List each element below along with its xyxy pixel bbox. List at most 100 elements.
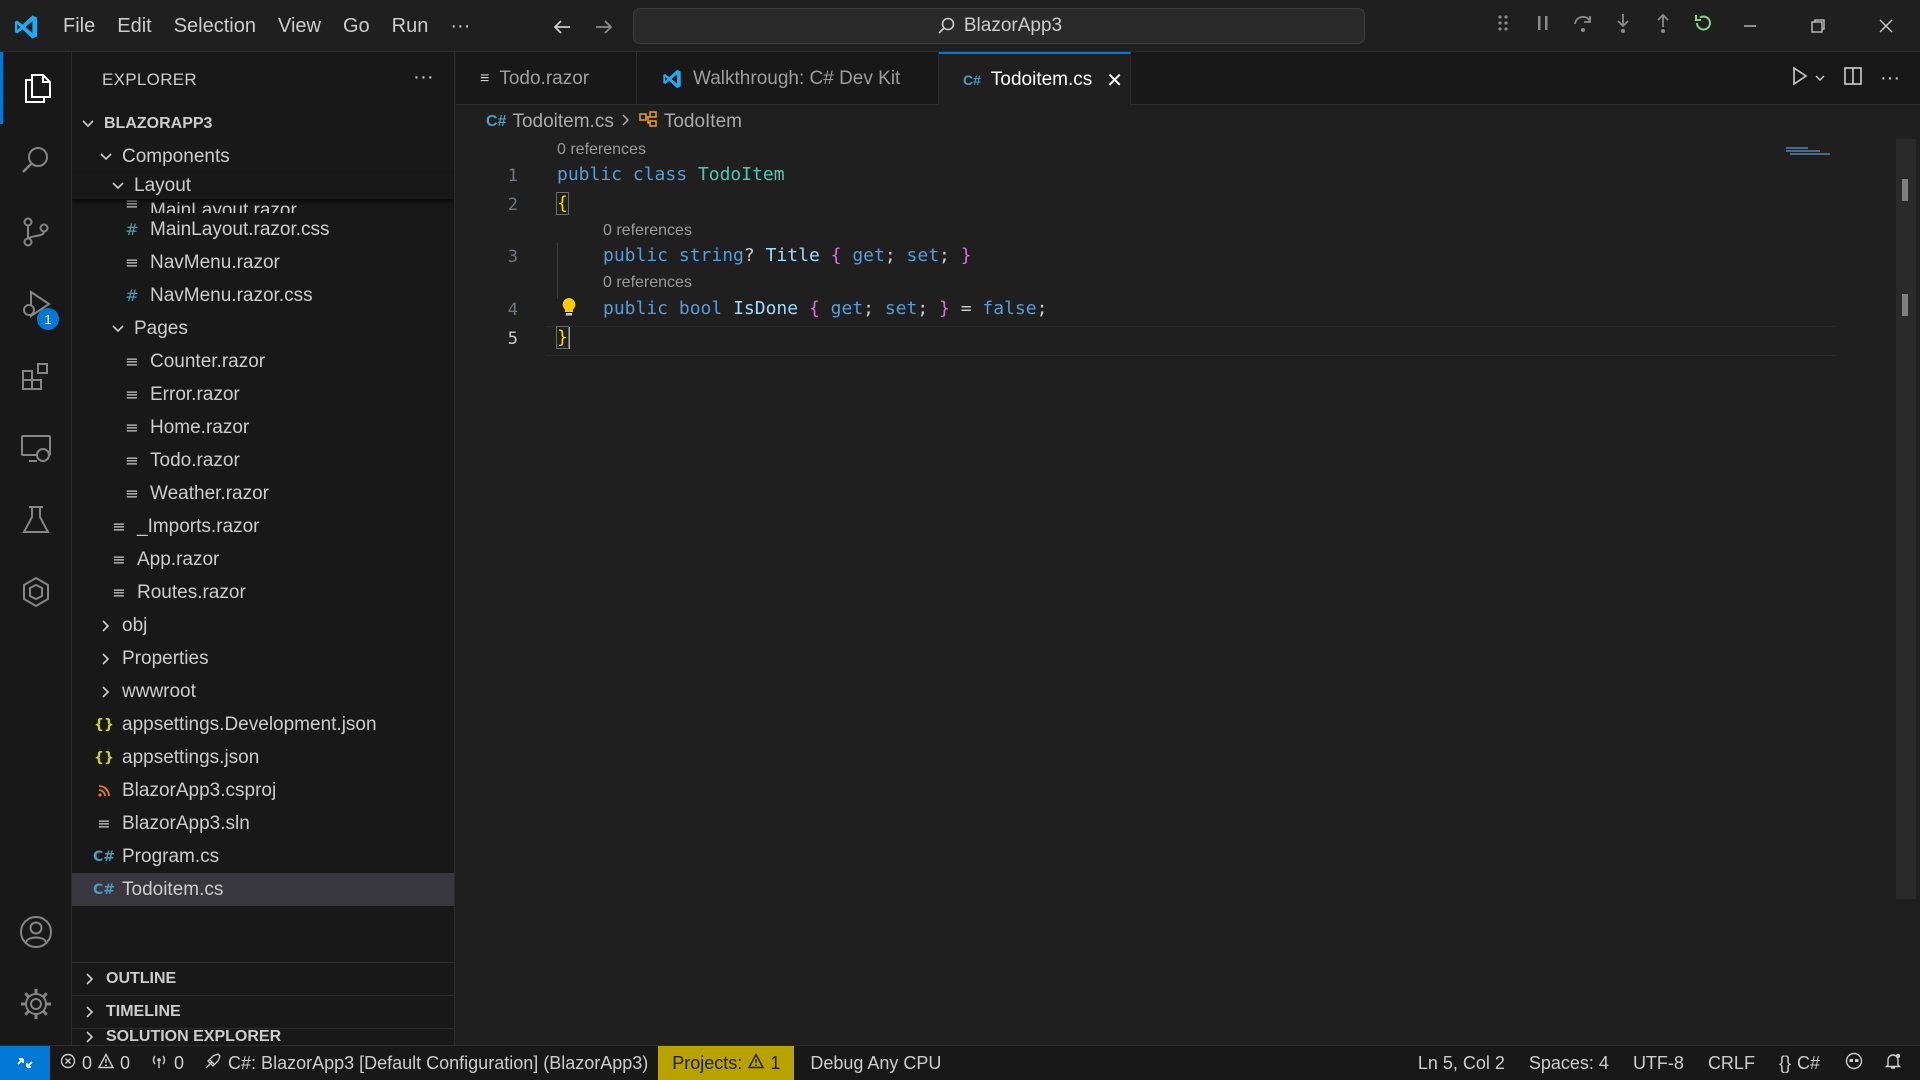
drag-handle-icon[interactable]	[1488, 8, 1518, 38]
problems-indicator[interactable]: 0 0	[50, 1046, 140, 1080]
breadcrumb-file[interactable]: Todoitem.cs	[512, 111, 613, 133]
codelens-references[interactable]: 0 references	[603, 274, 692, 292]
folder-obj[interactable]: obj	[72, 609, 454, 642]
close-window-icon[interactable]	[1852, 0, 1920, 52]
close-icon[interactable]: ✕	[1106, 68, 1123, 93]
restore-icon[interactable]	[1784, 0, 1852, 52]
tab-walkthrough[interactable]: Walkthrough: C# Dev Kit	[637, 52, 939, 105]
file-lines-icon: ≡	[112, 550, 126, 569]
language-mode[interactable]: {} C#	[1767, 1046, 1832, 1080]
folder-properties[interactable]: Properties	[72, 642, 454, 675]
file-row[interactable]: ≡ Weather.razor	[72, 477, 454, 510]
menu-selection[interactable]: Selection	[163, 0, 267, 52]
split-editor-icon[interactable]	[1842, 65, 1864, 92]
file-row[interactable]: {} appsettings.Development.json	[72, 708, 454, 741]
search-activity[interactable]	[0, 124, 72, 196]
step-over-icon[interactable]	[1568, 8, 1598, 38]
activity-bar: 1	[0, 52, 72, 1045]
step-into-icon[interactable]	[1608, 8, 1638, 38]
outline-section[interactable]: OUTLINE	[72, 962, 454, 995]
pause-icon[interactable]	[1528, 8, 1558, 38]
step-out-icon[interactable]	[1648, 8, 1678, 38]
remote-indicator[interactable]	[0, 1045, 50, 1080]
file-row[interactable]: ≡ BlazorApp3.sln	[72, 807, 454, 840]
remote-explorer-activity[interactable]	[0, 412, 72, 484]
restart-icon[interactable]	[1688, 8, 1718, 38]
breadcrumb-symbol[interactable]: TodoItem	[664, 111, 742, 133]
file-row[interactable]: ≡ Todo.razor	[72, 444, 454, 477]
folder-layout[interactable]: Layout	[72, 173, 454, 199]
more-actions-icon[interactable]: ···	[1880, 67, 1900, 90]
minimap[interactable]	[1786, 139, 1836, 155]
folder-components[interactable]: Components	[72, 140, 454, 173]
file-row[interactable]: C# Program.cs	[72, 840, 454, 873]
vscode-logo-icon	[661, 68, 683, 90]
file-row[interactable]: BlazorApp3.csproj	[72, 774, 454, 807]
run-debug-activity[interactable]: 1	[0, 268, 72, 340]
file-row[interactable]: ≡ Error.razor	[72, 378, 454, 411]
project-context[interactable]: C#: BlazorApp3 [Default Configuration] (…	[194, 1046, 658, 1080]
codelens-references[interactable]: 0 references	[557, 141, 646, 159]
lightbulb-icon[interactable]	[560, 296, 578, 323]
indentation[interactable]: Spaces: 4	[1517, 1046, 1621, 1080]
chevron-right-icon	[96, 619, 116, 633]
menu-more[interactable]: ···	[439, 0, 481, 52]
end-of-line[interactable]: CRLF	[1696, 1046, 1767, 1080]
copilot-indicator[interactable]	[1832, 1046, 1876, 1080]
file-row[interactable]: # MainLayout.razor.css	[72, 213, 454, 246]
cursor-position[interactable]: Ln 5, Col 2	[1406, 1046, 1517, 1080]
menu-go[interactable]: Go	[332, 0, 381, 52]
vertical-scrollbar[interactable]	[1896, 139, 1916, 899]
file-row[interactable]: ≡ App.razor	[72, 543, 454, 576]
notifications[interactable]	[1876, 1046, 1920, 1080]
menu-run[interactable]: Run	[381, 0, 440, 52]
menu-view[interactable]: View	[267, 0, 332, 52]
file-row[interactable]: {} appsettings.json	[72, 741, 454, 774]
manage-activity[interactable]	[0, 968, 72, 1040]
bell-icon	[1884, 1052, 1902, 1075]
file-row[interactable]: ≡ NavMenu.razor	[72, 246, 454, 279]
command-center-search[interactable]: BlazorApp3	[633, 8, 1365, 44]
tree-root[interactable]: BLAZORAPP3	[72, 107, 454, 140]
folder-wwwroot[interactable]: wwwroot	[72, 675, 454, 708]
file-row-selected[interactable]: C# Todoitem.cs	[72, 873, 454, 906]
extensions-activity[interactable]	[0, 340, 72, 412]
menu-file[interactable]: File	[52, 0, 106, 52]
code-editor[interactable]: 0 references 1 public class TodoItem 2 {…	[456, 139, 1920, 1045]
file-row[interactable]: ≡ _Imports.razor	[72, 510, 454, 543]
chevron-down-icon[interactable]	[1814, 68, 1826, 89]
file-row[interactable]: ≡ Routes.razor	[72, 576, 454, 609]
file-row[interactable]: ≡ Home.razor	[72, 411, 454, 444]
minimize-icon[interactable]	[1716, 0, 1784, 52]
tab-todoitem-cs[interactable]: C# Todoitem.cs ✕	[939, 52, 1131, 106]
run-icon[interactable]	[1788, 65, 1810, 92]
solution-explorer-section[interactable]: SOLUTION EXPLORER	[72, 1028, 454, 1045]
menu-edit[interactable]: Edit	[106, 0, 162, 52]
chevron-right-icon	[80, 1030, 100, 1044]
solution-activity[interactable]	[0, 556, 72, 628]
codelens-references[interactable]: 0 references	[603, 222, 692, 240]
back-arrow-icon[interactable]	[548, 13, 576, 41]
line-number: 4	[507, 300, 518, 320]
debug-config[interactable]: Debug Any CPU	[794, 1046, 951, 1080]
accounts-activity[interactable]	[0, 896, 72, 968]
source-control-activity[interactable]	[0, 196, 72, 268]
testing-activity[interactable]	[0, 484, 72, 556]
csharp-icon: C#	[486, 113, 507, 130]
more-actions-icon[interactable]: ···	[413, 66, 434, 89]
encoding[interactable]: UTF-8	[1621, 1046, 1696, 1080]
file-row[interactable]: ≡ MainLayout.razor	[72, 199, 454, 213]
tab-todo-razor[interactable]: ≡ Todo.razor	[456, 52, 637, 105]
explorer-activity[interactable]	[0, 52, 72, 124]
ports-indicator[interactable]: 0	[140, 1046, 194, 1080]
file-row[interactable]: # NavMenu.razor.css	[72, 279, 454, 312]
projects-warning[interactable]: Projects: 1	[658, 1045, 795, 1080]
explorer-title: EXPLORER	[102, 69, 197, 89]
file-row[interactable]: ≡ Counter.razor	[72, 345, 454, 378]
file-label: Counter.razor	[150, 350, 266, 372]
folder-pages[interactable]: Pages	[72, 312, 454, 345]
timeline-section[interactable]: TIMELINE	[72, 995, 454, 1028]
file-label: Routes.razor	[137, 581, 246, 603]
forward-arrow-icon[interactable]	[590, 13, 618, 41]
rss-icon	[94, 784, 114, 798]
